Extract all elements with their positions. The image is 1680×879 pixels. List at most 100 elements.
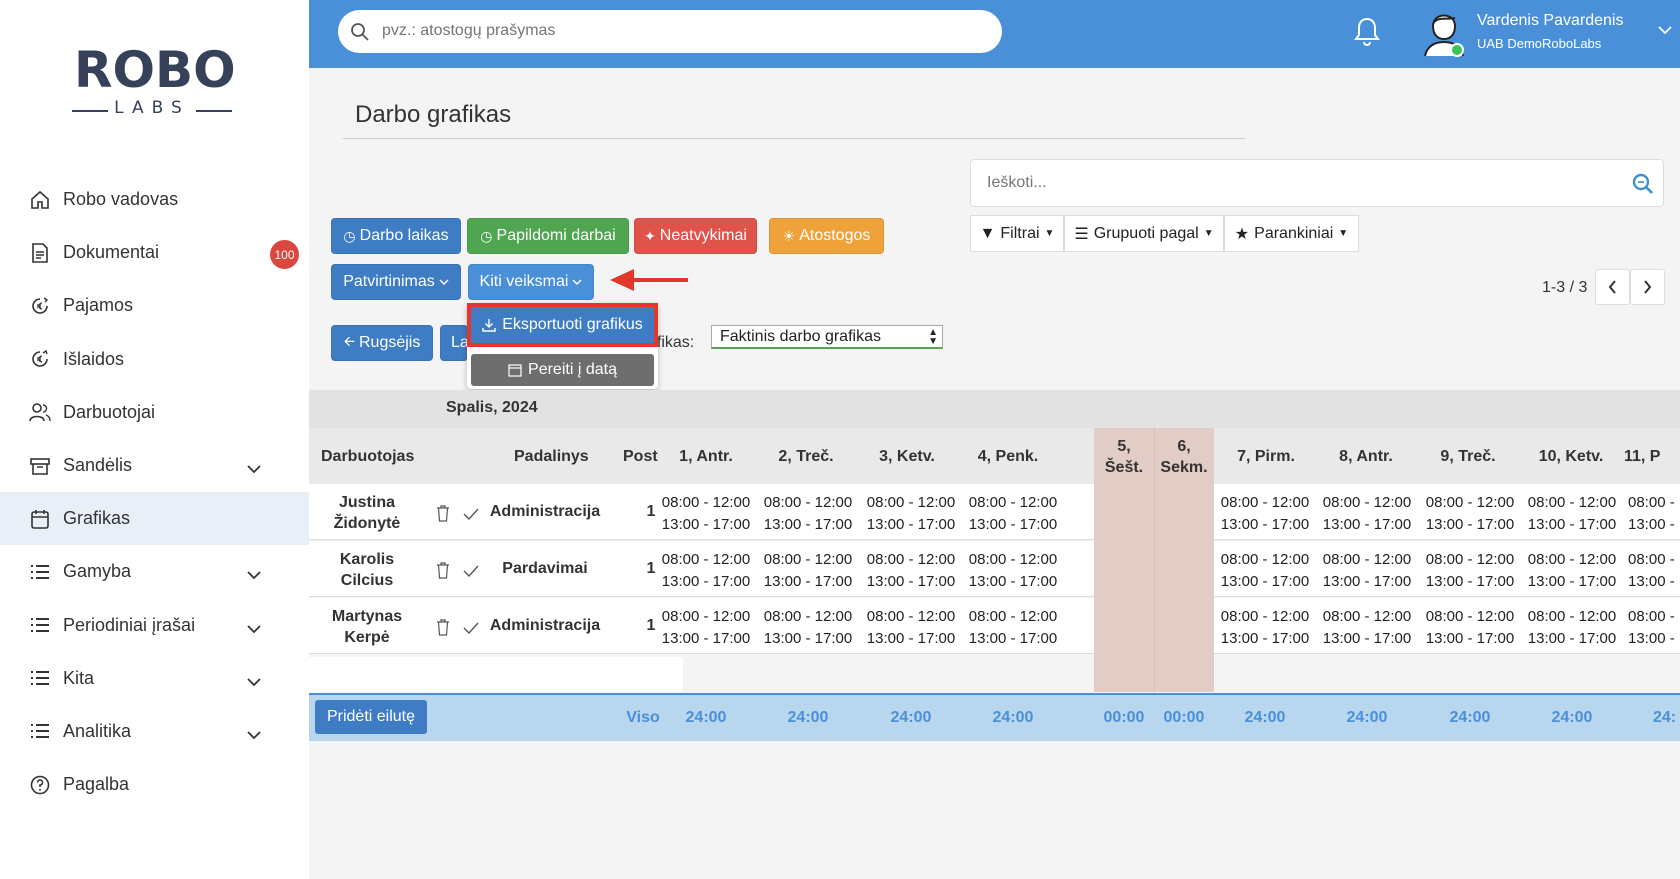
header-day: 7, Pirm. bbox=[1237, 448, 1295, 465]
table-empty-area bbox=[309, 657, 683, 692]
shift-afternoon: 13:00 - 17:00 bbox=[1527, 516, 1617, 533]
global-search-input[interactable] bbox=[382, 20, 982, 42]
filters-button[interactable]: ▼ Filtrai ▼ bbox=[970, 215, 1064, 252]
sidebar-item-islaidos[interactable]: Išlaidos bbox=[0, 333, 309, 386]
sidebar-item-darbuotojai[interactable]: Darbuotojai bbox=[0, 386, 309, 439]
chevron-left-icon bbox=[1608, 280, 1616, 294]
sidebar-item-grafikas[interactable]: Grafikas bbox=[0, 492, 309, 546]
shift-afternoon: 13:00 - 17:00 bbox=[1220, 516, 1310, 533]
main-content: Darbo grafikas ◷ Darbo laikas ◷ Papildomi … bbox=[309, 68, 1680, 879]
bell-icon[interactable] bbox=[1354, 16, 1380, 46]
shift-cell[interactable]: 08:00 - 12:00 13:00 - 17:00 bbox=[1318, 492, 1416, 536]
shift-cell[interactable]: 08:00 - 12:00 13:00 - 17:00 bbox=[1318, 549, 1416, 593]
shift-cell[interactable]: 08:00 - 12:00 13:00 - 17:00 bbox=[1421, 549, 1519, 593]
sidebar-item-pajamos[interactable]: Pajamos bbox=[0, 279, 309, 332]
pager-prev-button[interactable] bbox=[1595, 269, 1630, 305]
header-employee[interactable]: Darbuotojas bbox=[321, 448, 414, 466]
shift-cell[interactable]: 08:00 - 12:00 13:00 - 17:00 bbox=[1421, 492, 1519, 536]
sidebar-item-periodiniai-irasai[interactable]: Periodiniai įrašai bbox=[0, 599, 309, 652]
sidebar-item-sandelis[interactable]: Sandėlis bbox=[0, 439, 309, 492]
shift-cell[interactable]: 08:00 - 12:00 13:00 - 17:00 bbox=[964, 492, 1062, 536]
shift-cell[interactable]: 08:00 - 12:00 13:00 - 17:00 bbox=[657, 606, 755, 650]
schedule-search-input[interactable] bbox=[987, 174, 1587, 192]
shift-cell[interactable]: 08:00 - 12:00 13:00 - 17:00 bbox=[964, 606, 1062, 650]
shift-cell[interactable]: 08:00 - 12:00 13:00 - 17:00 bbox=[657, 492, 755, 536]
export-schedules-menu-item[interactable]: Eksportuoti grafikus bbox=[467, 303, 658, 347]
total-cell: 24:00 bbox=[1244, 709, 1286, 726]
shift-cell[interactable]: 08:00 - 12:00 13:00 - 17:00 bbox=[759, 549, 857, 593]
confirmation-dropdown-button[interactable]: Patvirtinimas bbox=[331, 264, 461, 300]
work-time-button[interactable]: ◷ Darbo laikas bbox=[331, 218, 461, 254]
sidebar-item-robo-vadovas[interactable]: Robo vadovas bbox=[0, 173, 309, 226]
header-day: 6, Sekm. bbox=[1154, 436, 1214, 478]
sidebar-item-kita[interactable]: Kita bbox=[0, 652, 309, 705]
shift-cell[interactable]: 08:00 - 12:00 13:00 - 17:00 bbox=[964, 549, 1062, 593]
group-by-button[interactable]: ☰ Grupuoti pagal ▼ bbox=[1064, 215, 1224, 252]
shift-cell[interactable]: 08:00 - 13:00 - bbox=[1628, 606, 1680, 650]
trash-icon[interactable] bbox=[436, 505, 450, 522]
employee-first-name: Karolis bbox=[339, 551, 395, 568]
menu-item-label: Pereiti į datą bbox=[528, 361, 617, 378]
sun-icon: ☀ bbox=[782, 227, 796, 244]
shift-cell[interactable]: 08:00 - 12:00 13:00 - 17:00 bbox=[759, 606, 857, 650]
add-row-button[interactable]: Pridėti eilutę bbox=[315, 700, 427, 734]
next-month-button[interactable]: La bbox=[440, 325, 468, 361]
shift-morning: 08:00 - 12:00 bbox=[763, 551, 853, 568]
shift-cell[interactable]: 08:00 - 12:00 13:00 - 17:00 bbox=[1523, 492, 1621, 536]
shift-cell[interactable]: 08:00 - 12:00 13:00 - 17:00 bbox=[1523, 606, 1621, 650]
sidebar-item-gamyba[interactable]: Gamyba bbox=[0, 545, 309, 598]
header-post[interactable]: Post bbox=[623, 448, 658, 466]
shift-cell[interactable]: 08:00 - 12:00 13:00 - 17:00 bbox=[1216, 549, 1314, 593]
sidebar-item-label: Pajamos bbox=[63, 295, 134, 316]
robolabs-logo[interactable]: ROBO LABS bbox=[72, 44, 236, 124]
user-name[interactable]: Vardenis Pavardenis bbox=[1477, 12, 1623, 30]
avatar[interactable] bbox=[1419, 6, 1469, 58]
employee-name[interactable]: Martynas Kerpė bbox=[317, 606, 417, 648]
shift-cell[interactable]: 08:00 - 13:00 - bbox=[1628, 549, 1680, 593]
shift-cell[interactable]: 08:00 - 12:00 13:00 - 17:00 bbox=[1216, 492, 1314, 536]
shift-cell[interactable]: 08:00 - 12:00 13:00 - 17:00 bbox=[862, 606, 960, 650]
favorites-button[interactable]: ★ Parankiniai ▼ bbox=[1224, 215, 1359, 252]
shift-cell[interactable]: 08:00 - 12:00 13:00 - 17:00 bbox=[1523, 549, 1621, 593]
sidebar-item-analitika[interactable]: Analitika bbox=[0, 705, 309, 758]
shift-cell[interactable]: 08:00 - 12:00 13:00 - 17:00 bbox=[1421, 606, 1519, 650]
shift-afternoon: 13:00 - bbox=[1628, 573, 1675, 590]
header-day-name: Sekm. bbox=[1160, 459, 1208, 476]
trash-icon[interactable] bbox=[436, 619, 450, 636]
shift-morning: 08:00 - 12:00 bbox=[763, 608, 853, 625]
chevron-down-icon bbox=[247, 671, 261, 692]
trash-icon[interactable] bbox=[436, 562, 450, 579]
sidebar-item-pagalba[interactable]: Pagalba bbox=[0, 758, 309, 811]
prev-month-button[interactable]: 🡨 Rugsėjis bbox=[331, 325, 433, 361]
pager-next-button[interactable] bbox=[1630, 269, 1665, 305]
vacations-button[interactable]: ☀ Atostogos bbox=[769, 218, 884, 254]
sidebar-item-dokumentai[interactable]: Dokumentai 100 bbox=[0, 226, 309, 279]
goto-date-menu-item[interactable]: Pereiti į datą bbox=[471, 354, 654, 386]
shift-cell[interactable]: 08:00 - 12:00 13:00 - 17:00 bbox=[657, 549, 755, 593]
shift-cell[interactable]: 08:00 - 12:00 13:00 - 17:00 bbox=[1216, 606, 1314, 650]
shift-afternoon: 13:00 - 17:00 bbox=[866, 630, 956, 647]
global-search[interactable] bbox=[338, 10, 1002, 53]
schedule-search[interactable] bbox=[970, 159, 1664, 207]
shift-afternoon: 13:00 - 17:00 bbox=[661, 630, 751, 647]
search-icon[interactable] bbox=[1631, 172, 1655, 196]
shift-cell[interactable]: 08:00 - 12:00 13:00 - 17:00 bbox=[862, 492, 960, 536]
logo-text-top: ROBO bbox=[74, 41, 236, 99]
extra-work-button[interactable]: ◷ Papildomi darbai bbox=[467, 218, 629, 254]
other-actions-dropdown-button[interactable]: Kiti veiksmai bbox=[468, 264, 594, 300]
shift-cell[interactable]: 08:00 - 12:00 13:00 - 17:00 bbox=[862, 549, 960, 593]
absences-button[interactable]: ✦ Neatvykimai bbox=[634, 218, 757, 254]
shift-afternoon: 13:00 - bbox=[1628, 630, 1675, 647]
shift-cell[interactable]: 08:00 - 12:00 13:00 - 17:00 bbox=[1318, 606, 1416, 650]
header-department[interactable]: Padalinys bbox=[514, 448, 589, 466]
schedule-type-select[interactable]: Faktinis darbo grafikas ▲ ▼ bbox=[711, 325, 943, 349]
caret-down-icon: ▼ bbox=[1044, 228, 1055, 239]
chevron-down-icon[interactable] bbox=[1658, 26, 1672, 35]
employee-name[interactable]: Karolis Cilcius bbox=[317, 549, 417, 591]
employee-name[interactable]: Justina Židonytė bbox=[317, 492, 417, 534]
home-icon bbox=[29, 189, 51, 211]
shift-cell[interactable]: 08:00 - 13:00 - bbox=[1628, 492, 1680, 536]
shift-morning: 08:00 - 12:00 bbox=[968, 551, 1058, 568]
shift-cell[interactable]: 08:00 - 12:00 13:00 - 17:00 bbox=[759, 492, 857, 536]
employee-last-name: Židonytė bbox=[333, 515, 401, 532]
